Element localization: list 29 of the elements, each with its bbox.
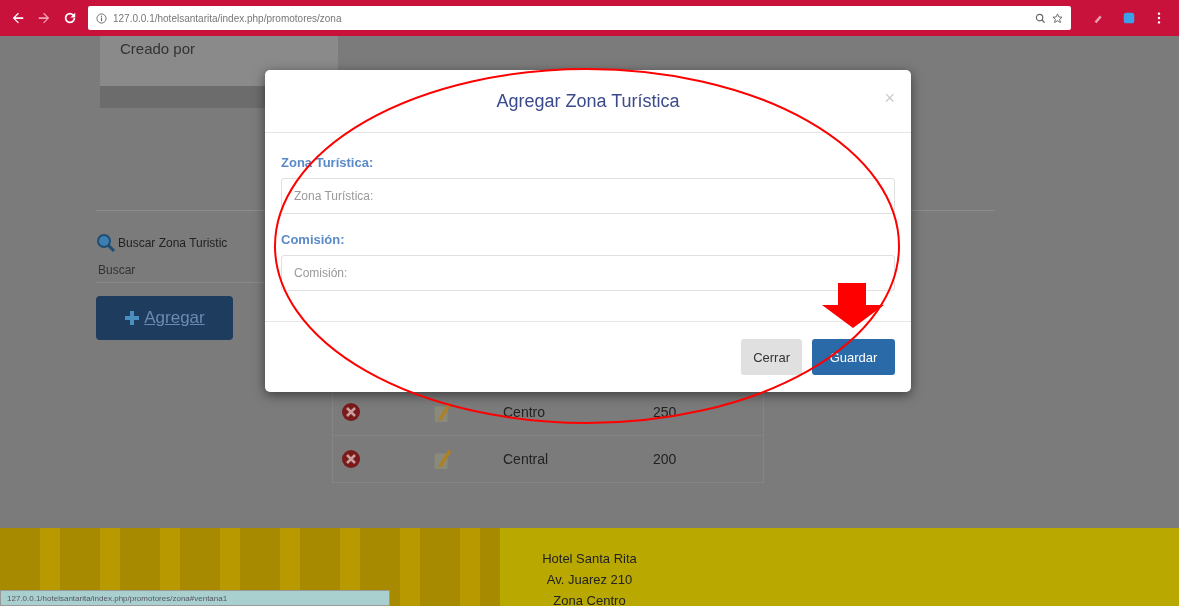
- status-bar: 127.0.0.1/hotelsantarita/index.php/promotores/zona#ventana1: [0, 590, 390, 606]
- footer-text: Av. Juarez 210: [545, 571, 634, 589]
- input-field[interactable]: Zona Turística:: [281, 178, 895, 214]
- modal-title: Agregar Zona Turística: [496, 90, 680, 112]
- add-button[interactable]: Agregar: [96, 296, 233, 340]
- save-button[interactable]: Guardar: [812, 339, 895, 375]
- back-icon[interactable]: [11, 11, 25, 25]
- table-cell-text: Central: [502, 451, 550, 467]
- zoom-icon[interactable]: [1035, 12, 1046, 24]
- address-bar[interactable]: 127.0.0.1/hotelsantarita/index.php/promotores/zona: [88, 6, 1071, 30]
- forward-icon[interactable]: [37, 11, 51, 25]
- input-field[interactable]: Comisión:: [281, 255, 895, 291]
- table-cell-text: 200: [652, 451, 678, 467]
- info-icon: [96, 12, 107, 24]
- footer-text: Hotel Santa Rita: [542, 550, 637, 568]
- search-icon: [96, 233, 116, 253]
- footer-text: Zona Centro: [552, 592, 627, 606]
- reload-icon[interactable]: [63, 11, 77, 25]
- table-cell-text: Centro: [502, 404, 547, 420]
- field-label: Zona Turística:: [281, 155, 375, 170]
- plus-icon: [124, 310, 141, 326]
- delete-icon[interactable]: [341, 401, 361, 423]
- panel-heading: Creado por: [119, 39, 197, 57]
- search-label: Buscar Zona Turistic: [118, 236, 228, 250]
- star-icon[interactable]: [1052, 12, 1063, 24]
- arrow-annotation: [822, 283, 884, 328]
- close-button[interactable]: Cerrar: [741, 339, 802, 375]
- delete-icon[interactable]: [341, 448, 361, 470]
- field-label: Comisión:: [281, 232, 346, 247]
